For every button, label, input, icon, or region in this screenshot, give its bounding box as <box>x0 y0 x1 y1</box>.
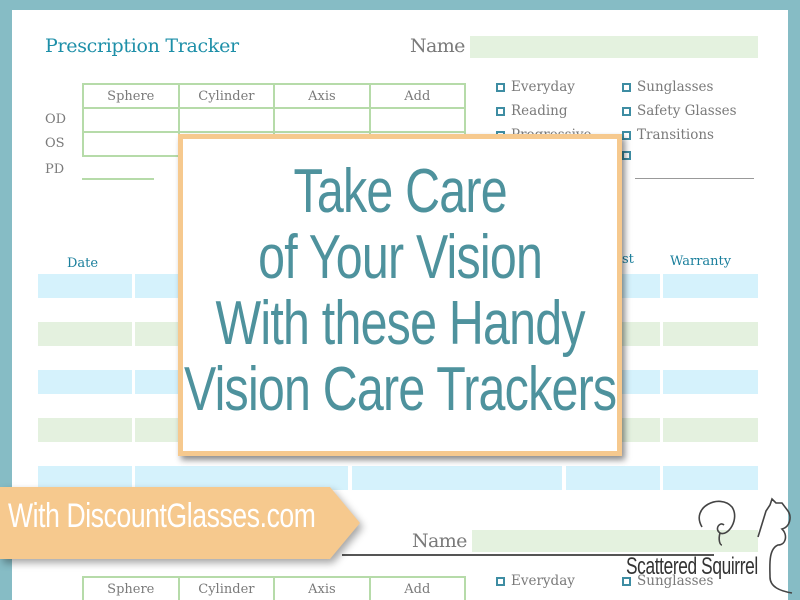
headline-card: Take Care of Your Vision With these Hand… <box>178 134 622 456</box>
rx-label-od: OD <box>45 112 67 127</box>
rx-cell[interactable] <box>273 107 371 133</box>
headline-line: Take Care <box>293 157 507 226</box>
rx-col-cylinder: Cylinder <box>177 576 276 600</box>
rx-col-cylinder: Cylinder <box>177 83 276 109</box>
rx-col-add: Add <box>368 576 467 600</box>
rx-header-row: Sphere Cylinder Axis Add <box>82 83 467 109</box>
history-cell[interactable] <box>38 322 132 346</box>
checkbox-icon[interactable] <box>622 106 631 116</box>
sponsor-banner: With DiscountGlasses.com <box>0 487 360 559</box>
checkbox-icon[interactable] <box>496 106 505 116</box>
col-header-cost: st <box>622 252 634 267</box>
squirrel-icon <box>698 497 793 594</box>
col-header-warranty: Warranty <box>670 254 732 269</box>
history-cell[interactable] <box>38 370 132 394</box>
checkbox-sunglasses[interactable]: Sunglasses <box>622 79 713 95</box>
page-title: Prescription Tracker <box>45 35 239 57</box>
col-header-date: Date <box>67 256 99 271</box>
checkbox-icon[interactable] <box>496 82 505 92</box>
rx-col-sphere: Sphere <box>82 576 180 600</box>
checkbox-icon[interactable] <box>622 130 631 140</box>
checkbox-transitions[interactable]: Transitions <box>622 127 714 143</box>
history-cell[interactable] <box>663 274 758 298</box>
rx-label-pd: PD <box>45 162 65 177</box>
rx-col-add: Add <box>368 83 467 109</box>
rx-header-row: Sphere Cylinder Axis Add <box>82 576 467 600</box>
checkbox-icon[interactable] <box>622 82 631 92</box>
rx-col-axis: Axis <box>273 83 371 109</box>
history-cell[interactable] <box>663 466 758 490</box>
checkbox-everyday[interactable]: Everyday <box>496 79 575 95</box>
logo-text: Scattered Squirrel <box>626 553 758 580</box>
rx-row-od <box>82 107 467 133</box>
checkbox-label: Everyday <box>511 79 575 95</box>
pd-field[interactable] <box>82 178 154 180</box>
headline-line: Vision Care Trackers <box>183 355 617 424</box>
checkbox-label: Sunglasses <box>637 79 714 95</box>
checkbox-label: Everyday <box>511 573 575 589</box>
checkbox-label: Transitions <box>637 127 714 143</box>
checkbox-other[interactable] <box>622 151 637 160</box>
history-cell[interactable] <box>352 466 562 490</box>
history-cell[interactable] <box>566 466 660 490</box>
rx-label-os: OS <box>45 136 65 151</box>
other-field[interactable] <box>635 178 754 179</box>
checkbox-icon[interactable] <box>496 576 505 586</box>
rx-cell[interactable] <box>368 107 467 133</box>
headline-line: With these Handy <box>215 289 585 358</box>
prescription-table-2: Sphere Cylinder Axis Add <box>82 576 467 600</box>
history-cell[interactable] <box>663 418 758 442</box>
checkbox-everyday-2[interactable]: Everyday <box>496 573 575 589</box>
checkbox-icon[interactable] <box>622 151 631 160</box>
rx-cell[interactable] <box>82 107 180 133</box>
rx-cell[interactable] <box>82 131 180 157</box>
headline-line: of Your Vision <box>258 223 543 292</box>
rx-col-sphere: Sphere <box>82 83 180 109</box>
name-label: Name <box>410 35 465 57</box>
history-cell[interactable] <box>663 370 758 394</box>
checkbox-safety-glasses[interactable]: Safety Glasses <box>622 103 737 119</box>
rx-cell[interactable] <box>177 107 276 133</box>
history-cell[interactable] <box>38 418 132 442</box>
headline: Take Care of Your Vision With these Hand… <box>183 157 617 424</box>
name-label-2: Name <box>412 530 467 552</box>
name-field[interactable] <box>470 36 758 58</box>
checkbox-label: Reading <box>511 103 568 119</box>
history-cell[interactable] <box>38 274 132 298</box>
history-cell[interactable] <box>663 322 758 346</box>
banner-text: With DiscountGlasses.com <box>8 497 316 535</box>
rx-col-axis: Axis <box>273 576 371 600</box>
checkbox-label: Safety Glasses <box>637 103 737 119</box>
checkbox-reading[interactable]: Reading <box>496 103 568 119</box>
